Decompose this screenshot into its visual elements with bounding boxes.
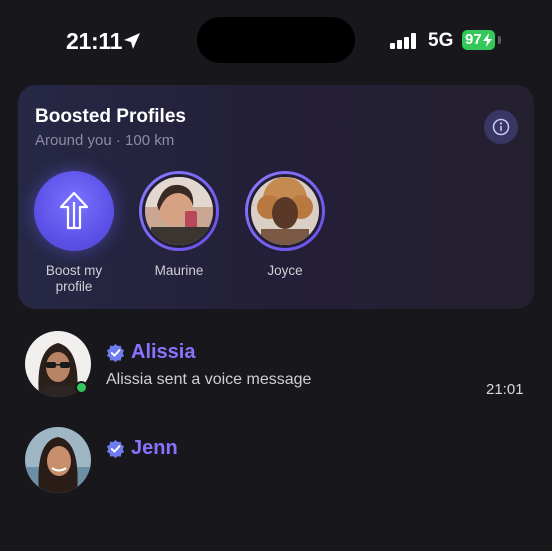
network-type: 5G <box>428 30 454 51</box>
boosted-title: Boosted Profiles <box>35 106 186 127</box>
verified-badge-icon <box>106 343 125 362</box>
chat-time: 21:01 <box>486 381 524 398</box>
story-label: Joyce <box>267 263 303 278</box>
battery-tip <box>498 36 501 44</box>
chat-name: Alissia <box>131 341 196 363</box>
chat-row-jenn[interactable]: Jenn <box>0 421 552 511</box>
signal-icon <box>390 33 420 49</box>
dynamic-island <box>197 17 355 63</box>
story-label: Boost my profile <box>45 263 103 294</box>
status-bar: 21:11 5G 97 <box>0 0 552 80</box>
chat-preview: Alissia sent a voice message <box>106 371 312 388</box>
info-button[interactable] <box>484 110 518 144</box>
boost-circle <box>34 171 114 251</box>
avatar <box>25 427 91 493</box>
story-joyce[interactable]: Joyce <box>245 171 325 279</box>
avatar <box>248 174 322 248</box>
story-maurine[interactable]: Maurine <box>139 171 219 279</box>
chat-name: Jenn <box>131 437 178 459</box>
battery-level: 97 <box>465 31 482 48</box>
chat-row-alissia[interactable]: Alissia Alissia sent a voice message 21:… <box>0 325 552 415</box>
app-screen: 21:11 5G 97 Boosted Profiles Around you … <box>0 0 552 551</box>
boost-arrow-icon <box>59 191 89 230</box>
boosted-profiles-card: Boosted Profiles Around you · 100 km Boo… <box>18 85 534 309</box>
battery-indicator: 97 <box>462 30 495 50</box>
boosted-subtitle: Around you · 100 km <box>35 132 175 149</box>
avatar <box>142 174 216 248</box>
avatar-ring <box>139 171 219 251</box>
online-indicator <box>75 381 88 394</box>
status-time: 21:11 <box>66 28 123 54</box>
location-arrow-icon <box>124 33 140 49</box>
info-icon <box>492 118 510 136</box>
boost-my-profile-button[interactable]: Boost my profile <box>34 171 114 295</box>
story-label: Maurine <box>154 263 204 278</box>
charging-bolt-icon <box>482 33 492 47</box>
verified-badge-icon <box>106 439 125 458</box>
avatar-ring <box>245 171 325 251</box>
